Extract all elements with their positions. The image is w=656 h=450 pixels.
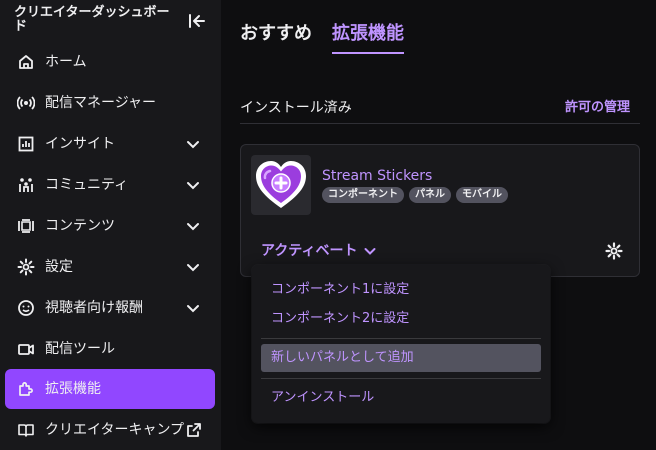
menu-item-label: コンポーネント2に設定 bbox=[271, 311, 410, 326]
sidebar-item-viewer-rewards[interactable]: 視聴者向け報酬 bbox=[5, 288, 215, 328]
settings-gear-icon bbox=[17, 258, 35, 276]
menu-item-add-as-panel[interactable]: 新しいパネルとして追加 bbox=[261, 344, 541, 372]
insights-icon bbox=[17, 135, 35, 153]
menu-divider bbox=[261, 338, 541, 339]
external-link-icon bbox=[187, 423, 201, 437]
chevron-down-icon bbox=[187, 264, 199, 272]
sidebar-item-community[interactable]: コミュニティ bbox=[5, 165, 215, 205]
dashboard-title: クリエイターダッシュボード bbox=[14, 5, 170, 34]
sidebar-item-label: 設定 bbox=[45, 259, 73, 275]
sidebar-item-label: コミュニティ bbox=[45, 177, 129, 193]
collapse-sidebar-button[interactable] bbox=[186, 10, 208, 32]
sidebar-item-label: ホーム bbox=[45, 54, 87, 70]
sidebar-item-stream-manager[interactable]: 配信マネージャー bbox=[5, 83, 215, 123]
streaming-tools-icon bbox=[17, 340, 35, 358]
extension-name[interactable]: Stream Stickers bbox=[322, 168, 432, 184]
extension-settings-button[interactable] bbox=[604, 241, 624, 261]
menu-item-set-component-1[interactable]: コンポーネント1に設定 bbox=[261, 276, 541, 304]
menu-item-label: アンインストール bbox=[271, 390, 375, 405]
sidebar-item-label: 拡張機能 bbox=[45, 381, 101, 397]
creator-camp-icon bbox=[17, 421, 35, 439]
activate-dropdown-button[interactable]: アクティベート bbox=[261, 241, 377, 261]
sidebar-item-home[interactable]: ホーム bbox=[5, 42, 215, 82]
sidebar-item-creator-camp[interactable]: クリエイターキャンプ bbox=[5, 410, 215, 450]
tab-recommended[interactable]: おすすめ bbox=[240, 20, 312, 48]
tag-component: コンポーネント bbox=[322, 187, 404, 203]
chevron-down-icon bbox=[364, 248, 376, 255]
home-icon bbox=[17, 53, 35, 71]
chevron-down-icon bbox=[187, 223, 199, 231]
sidebar-item-label: 配信マネージャー bbox=[45, 95, 157, 111]
menu-item-label: 新しいパネルとして追加 bbox=[271, 350, 414, 365]
menu-item-set-component-2[interactable]: コンポーネント2に設定 bbox=[261, 305, 541, 333]
extension-tags: コンポーネント パネル モバイル bbox=[322, 187, 508, 203]
sidebar-item-label: クリエイターキャンプ bbox=[45, 422, 185, 438]
sidebar-item-label: 視聴者向け報酬 bbox=[45, 300, 143, 316]
broadcast-icon bbox=[17, 94, 35, 112]
tab-extensions[interactable]: 拡張機能 bbox=[332, 20, 404, 48]
sidebar-item-label: 配信ツール bbox=[45, 341, 115, 357]
viewer-rewards-icon bbox=[17, 299, 35, 317]
extension-card: Stream Stickers コンポーネント パネル モバイル アクティベート bbox=[240, 144, 640, 277]
sidebar-item-streaming-tools[interactable]: 配信ツール bbox=[5, 329, 215, 369]
sidebar: クリエイターダッシュボード ホーム 配信マネージャー インサイト コミュニティ … bbox=[0, 0, 221, 450]
section-divider bbox=[240, 123, 640, 124]
collapse-arrow-icon bbox=[189, 14, 205, 28]
installed-section-title: インストール済み bbox=[240, 100, 352, 116]
community-icon bbox=[17, 176, 35, 194]
manage-permissions-link[interactable]: 許可の管理 bbox=[565, 100, 630, 116]
sidebar-item-insights[interactable]: インサイト bbox=[5, 124, 215, 164]
extension-thumbnail bbox=[251, 155, 311, 215]
sidebar-item-label: コンテンツ bbox=[45, 218, 115, 234]
menu-item-uninstall[interactable]: アンインストール bbox=[261, 384, 541, 412]
extensions-icon bbox=[17, 380, 35, 398]
menu-divider bbox=[261, 378, 541, 379]
activate-dropdown-menu: コンポーネント1に設定 コンポーネント2に設定 新しいパネルとして追加 アンイン… bbox=[252, 265, 550, 423]
sidebar-header: クリエイターダッシュボード bbox=[14, 6, 214, 36]
active-tab-indicator bbox=[332, 52, 404, 54]
sidebar-item-settings[interactable]: 設定 bbox=[5, 247, 215, 287]
tag-panel: パネル bbox=[409, 187, 451, 203]
gear-icon bbox=[605, 242, 623, 260]
sidebar-item-label: インサイト bbox=[45, 136, 115, 152]
chevron-down-icon bbox=[187, 141, 199, 149]
tag-mobile: モバイル bbox=[456, 187, 508, 203]
activate-label: アクティベート bbox=[261, 243, 358, 259]
sidebar-item-content[interactable]: コンテンツ bbox=[5, 206, 215, 246]
chevron-down-icon bbox=[187, 182, 199, 190]
menu-item-label: コンポーネント1に設定 bbox=[271, 282, 410, 297]
heart-sticker-icon bbox=[256, 161, 306, 208]
sidebar-item-extensions[interactable]: 拡張機能 bbox=[5, 369, 215, 409]
content-icon bbox=[17, 217, 35, 235]
chevron-down-icon bbox=[187, 305, 199, 313]
